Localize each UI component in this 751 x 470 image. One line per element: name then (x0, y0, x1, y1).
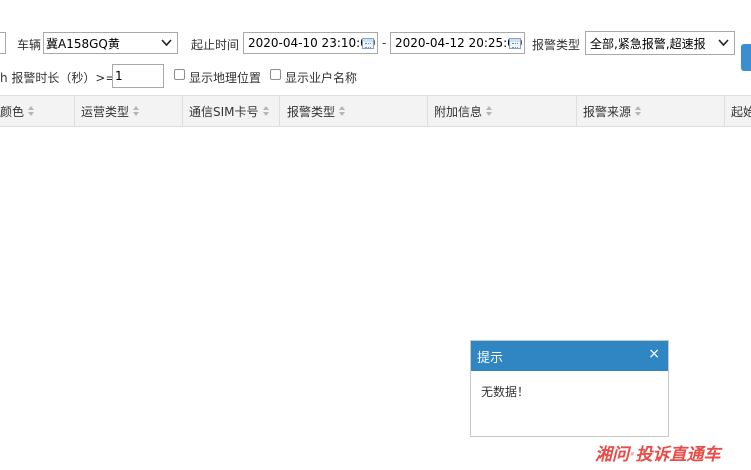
dialog-message: 无数据！ (481, 385, 530, 399)
prev-select-stub[interactable] (0, 32, 6, 54)
column-divider (576, 96, 577, 126)
column-header-start[interactable]: 起始 (731, 96, 751, 126)
end-time-value: 2020-04-12 20:25:00 (395, 36, 523, 50)
column-header-operation-type[interactable]: 运营类型 (81, 96, 140, 126)
duration-value: 1 (115, 69, 123, 83)
time-label: 起止时间 (191, 38, 240, 52)
show-geo-checkbox[interactable] (174, 69, 185, 80)
column-divider (279, 96, 280, 126)
column-header-color[interactable]: 颜色 (0, 96, 35, 126)
calendar-icon[interactable] (362, 38, 374, 49)
column-divider (724, 96, 725, 126)
table-header: 颜色 运营类型 通信SIM卡号 报警类型 附加信息 报警来源 起始 (0, 95, 751, 127)
start-time-value: 2020-04-10 23:10:00 (248, 36, 376, 50)
watermark-logo: 湘问·投诉直通车 (595, 445, 721, 465)
column-divider (182, 96, 183, 126)
column-header-alarm-type[interactable]: 报警类型 (287, 96, 346, 126)
vehicle-select[interactable]: 冀A158GQ黄 (43, 32, 178, 54)
column-header-extra-info[interactable]: 附加信息 (434, 96, 493, 126)
sort-icon (133, 106, 140, 116)
range-separator: - (382, 36, 387, 50)
calendar-icon[interactable] (509, 38, 521, 49)
chevron-down-icon (718, 37, 729, 51)
chevron-down-icon (161, 37, 172, 51)
alarm-type-value: 全部,紧急报警,超速报 (590, 36, 706, 51)
vehicle-value: 冀A158GQ黄 (46, 36, 120, 51)
notice-dialog: 提示 × 无数据！ (470, 340, 669, 437)
start-time-input[interactable]: 2020-04-10 23:10:00 (243, 32, 378, 54)
sort-icon (486, 106, 493, 116)
dialog-header: 提示 × (471, 341, 668, 371)
sort-icon (339, 106, 346, 116)
column-header-alarm-source[interactable]: 报警来源 (583, 96, 642, 126)
alarm-type-select[interactable]: 全部,紧急报警,超速报 (585, 31, 735, 55)
query-button[interactable] (741, 44, 751, 71)
column-divider (427, 96, 428, 126)
sort-icon (635, 106, 642, 116)
end-time-input[interactable]: 2020-04-12 20:25:00 (390, 32, 525, 54)
show-owner-label: 显示业户名称 (285, 71, 358, 85)
column-divider (74, 96, 75, 126)
alarm-type-label: 报警类型 (532, 38, 581, 52)
duration-label: h 报警时长（秒）>= (0, 71, 116, 85)
sort-icon (262, 106, 270, 116)
dialog-title: 提示 (477, 350, 504, 366)
show-geo-label: 显示地理位置 (189, 71, 262, 85)
show-owner-checkbox[interactable] (270, 69, 281, 80)
duration-input[interactable]: 1 (112, 64, 164, 88)
vehicle-label: 车辆 (17, 38, 42, 52)
column-header-sim-number[interactable]: 通信SIM卡号 (189, 96, 270, 126)
close-icon[interactable]: × (648, 346, 660, 362)
sort-icon (28, 106, 35, 116)
